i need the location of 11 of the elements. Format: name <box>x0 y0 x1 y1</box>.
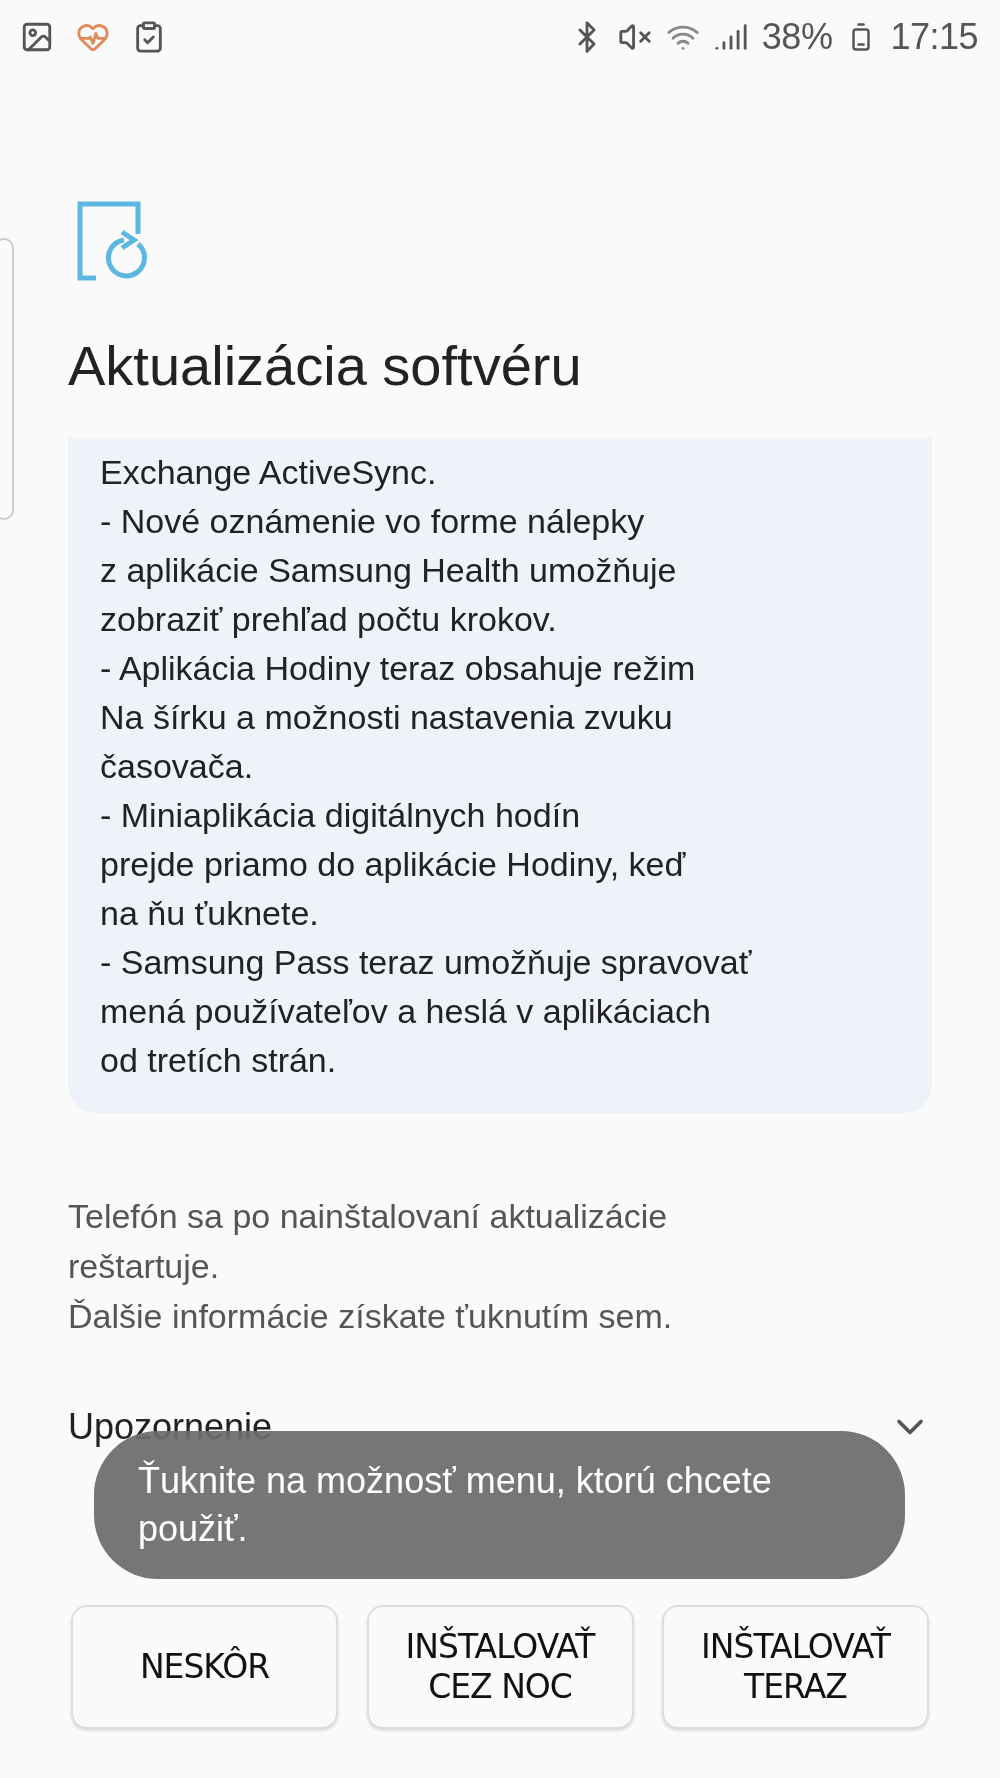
gallery-icon <box>20 20 54 54</box>
more-info-link[interactable]: Ďalšie informácie získate ťuknutím sem. <box>68 1297 673 1335</box>
battery-percent: 38% <box>761 16 833 58</box>
release-notes: Exchange ActiveSync. - Nové oznámenie vo forme nálepky z aplikácie Samsung Health umožňuje zobraziť prehľad počtu krokov. - Aplikácia Hodiny teraz obsahuje režim Na šírku a možnosti nastavenia zvuku časovača. - Miniaplikácia digitálnych hodín prejde priamo do aplikácie Hodiny, keď na ňu ťuknete. - Samsung Pass teraz umožňuje spravovať mená používateľov a heslá v aplikáciach od tretích strán. <box>100 452 753 1081</box>
restart-note: Telefón sa po nainštalovaní aktualizácie reštartuje. <box>68 1196 669 1287</box>
action-button[interactable]: NESKÔR <box>71 1605 338 1729</box>
action-button[interactable]: INŠTALOVAŤ TERAZ <box>662 1605 929 1729</box>
clock: 17:15 <box>890 16 978 58</box>
page-title: Aktualizácia softvéru <box>68 334 583 398</box>
edge-handle[interactable] <box>0 238 14 520</box>
action-button[interactable]: INŠTALOVAŤ CEZ NOC <box>366 1605 634 1729</box>
